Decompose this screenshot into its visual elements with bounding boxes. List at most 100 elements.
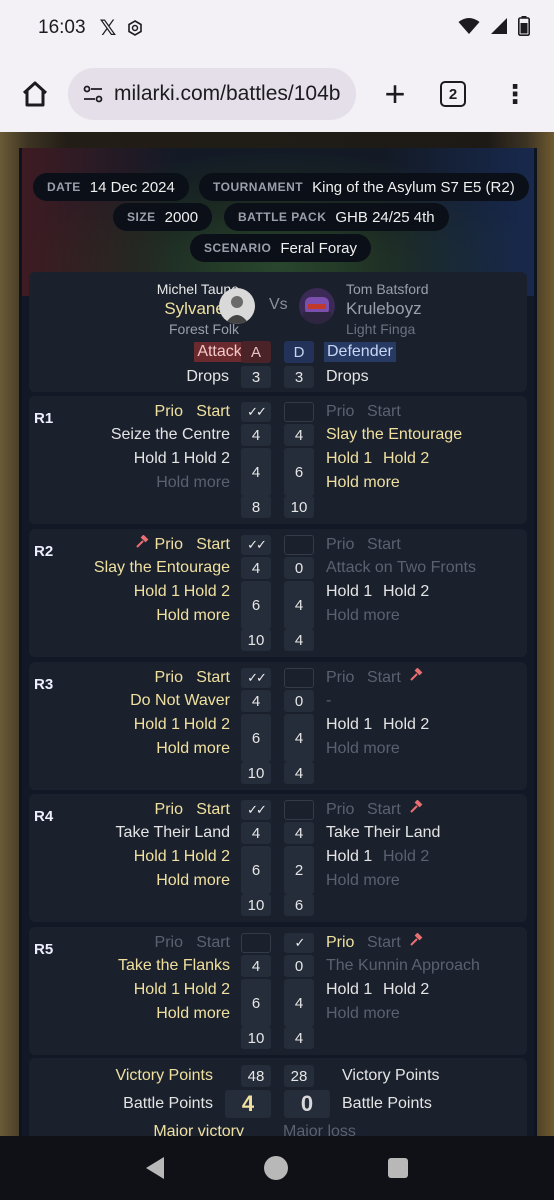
victory-points-label-right: Victory Points [342, 1067, 440, 1084]
hold2-left[interactable]: Hold 2 [184, 449, 230, 469]
empty-check-box[interactable] [241, 933, 271, 953]
prio-left[interactable]: Prio [155, 800, 183, 820]
prio-left[interactable]: Prio [155, 933, 183, 953]
site-settings-icon[interactable] [82, 83, 104, 105]
objective-right[interactable]: - [326, 691, 331, 711]
prio-right[interactable]: Prio [326, 668, 354, 688]
player-left-avatar [219, 288, 255, 324]
address-bar[interactable]: milarki.com/battles/104b [68, 68, 356, 120]
objective-left[interactable]: Do Not Waver [130, 691, 230, 711]
objective-left[interactable]: Seize the Centre [111, 425, 230, 445]
check-icon[interactable]: ✓✓ [241, 800, 271, 820]
hold2-right[interactable]: Hold 2 [383, 847, 429, 867]
hold-more-right[interactable]: Hold more [326, 1004, 400, 1024]
start-right[interactable]: Start [367, 535, 401, 555]
hold-more-right[interactable]: Hold more [326, 739, 400, 759]
drops-left: 3 [241, 366, 271, 388]
hold1-left[interactable]: Hold 1 [134, 449, 180, 469]
tournament-value: King of the Asylum S7 E5 (R2) [312, 178, 515, 196]
hold-more-left[interactable]: Hold more [156, 739, 230, 759]
hold1-left[interactable]: Hold 1 [134, 980, 180, 1000]
hold1-left[interactable]: Hold 1 [134, 715, 180, 735]
round-card[interactable]: R2 Prio Start ✓✓ Prio Start Slay the Ent… [29, 529, 527, 657]
prio-left[interactable]: Prio [155, 402, 183, 422]
players-card: Michel Taune Sylvaneth Forest Folk Vs To… [29, 272, 527, 392]
start-left[interactable]: Start [196, 535, 230, 555]
round-card[interactable]: R4 Prio Start ✓✓ Prio Start Take Their L… [29, 794, 527, 922]
start-left[interactable]: Start [196, 402, 230, 422]
scenario-value: Feral Foray [280, 239, 358, 257]
objective-right[interactable]: The Kunnin Approach [326, 956, 480, 976]
prio-left[interactable]: Prio [135, 534, 183, 555]
hold1-left[interactable]: Hold 1 [134, 847, 180, 867]
start-left[interactable]: Start [196, 933, 230, 953]
recents-icon[interactable] [388, 1158, 408, 1178]
round-card[interactable]: R5 Prio Start ✓ Prio Start Take the Flan… [29, 927, 527, 1055]
objective-right[interactable]: Take Their Land [326, 823, 440, 843]
notification-app-icon [126, 19, 144, 37]
objective-score-left: 4 [241, 822, 271, 844]
hold2-right[interactable]: Hold 2 [383, 715, 429, 735]
start-right[interactable]: Start [367, 667, 429, 688]
hold-more-left[interactable]: Hold more [156, 606, 230, 626]
hold-more-left[interactable]: Hold more [156, 473, 230, 493]
hold2-right[interactable]: Hold 2 [383, 582, 429, 602]
player-right[interactable]: Tom Batsford Kruleboyz Light Finga [346, 280, 428, 338]
defender-label: Defender [324, 342, 396, 362]
empty-check-box[interactable] [284, 402, 314, 422]
hold1-right[interactable]: Hold 1 [326, 715, 372, 735]
check-icon[interactable]: ✓✓ [241, 668, 271, 688]
start-left[interactable]: Start [196, 800, 230, 820]
player-right-subfaction: Light Finga [346, 321, 416, 337]
prio-right[interactable]: Prio [326, 535, 354, 555]
tab-switcher-button[interactable]: 2 [440, 81, 466, 107]
prio-right[interactable]: Prio [326, 402, 354, 422]
hold2-left[interactable]: Hold 2 [184, 715, 230, 735]
objective-right[interactable]: Attack on Two Fronts [326, 558, 476, 578]
hold2-left[interactable]: Hold 2 [184, 847, 230, 867]
prio-left[interactable]: Prio [155, 668, 183, 688]
hold-more-right[interactable]: Hold more [326, 871, 400, 891]
home-nav-icon[interactable] [264, 1156, 288, 1180]
drops-label-right: Drops [326, 368, 369, 385]
prio-right[interactable]: Prio [326, 800, 354, 820]
hold1-left[interactable]: Hold 1 [134, 582, 180, 602]
hold-more-left[interactable]: Hold more [156, 871, 230, 891]
hold-more-right[interactable]: Hold more [326, 606, 400, 626]
hold-more-left[interactable]: Hold more [156, 1004, 230, 1024]
check-icon[interactable]: ✓✓ [241, 402, 271, 422]
hold1-right[interactable]: Hold 1 [326, 582, 372, 602]
objective-left[interactable]: Take Their Land [116, 823, 230, 843]
totals-card: Victory Points 48 28 Victory Points Batt… [29, 1058, 527, 1148]
hold1-right[interactable]: Hold 1 [326, 980, 372, 1000]
empty-check-box[interactable] [284, 535, 314, 555]
hold2-left[interactable]: Hold 2 [184, 980, 230, 1000]
start-left[interactable]: Start [196, 668, 230, 688]
objective-left[interactable]: Take the Flanks [118, 956, 230, 976]
new-tab-button[interactable]: + [378, 76, 412, 112]
objective-right[interactable]: Slay the Entourage [326, 425, 462, 445]
hold2-left[interactable]: Hold 2 [184, 582, 230, 602]
empty-check-box[interactable] [284, 668, 314, 688]
more-vert-icon[interactable]: ⋮ [502, 81, 528, 107]
start-right[interactable]: Start [367, 799, 429, 820]
home-button[interactable] [18, 77, 52, 111]
round-card[interactable]: R1 Prio Start ✓✓ Prio Start Seize the Ce… [29, 396, 527, 524]
start-right[interactable]: Start [367, 932, 429, 953]
check-icon[interactable]: ✓✓ [241, 535, 271, 555]
hold2-right[interactable]: Hold 2 [383, 980, 429, 1000]
hold2-right[interactable]: Hold 2 [383, 449, 429, 469]
hold1-right[interactable]: Hold 1 [326, 449, 372, 469]
size-value: 2000 [164, 208, 199, 226]
round-card[interactable]: R3 Prio Start ✓✓ Prio Start Do Not Waver… [29, 662, 527, 790]
prio-right[interactable]: Prio [326, 933, 354, 953]
back-icon[interactable] [146, 1157, 164, 1179]
hold1-right[interactable]: Hold 1 [326, 847, 372, 867]
empty-check-box[interactable] [284, 800, 314, 820]
home-icon [22, 81, 48, 107]
hold-more-right[interactable]: Hold more [326, 473, 400, 493]
start-right[interactable]: Start [367, 402, 401, 422]
system-nav-bar [0, 1136, 554, 1200]
objective-left[interactable]: Slay the Entourage [94, 558, 230, 578]
check-icon[interactable]: ✓ [284, 933, 314, 953]
